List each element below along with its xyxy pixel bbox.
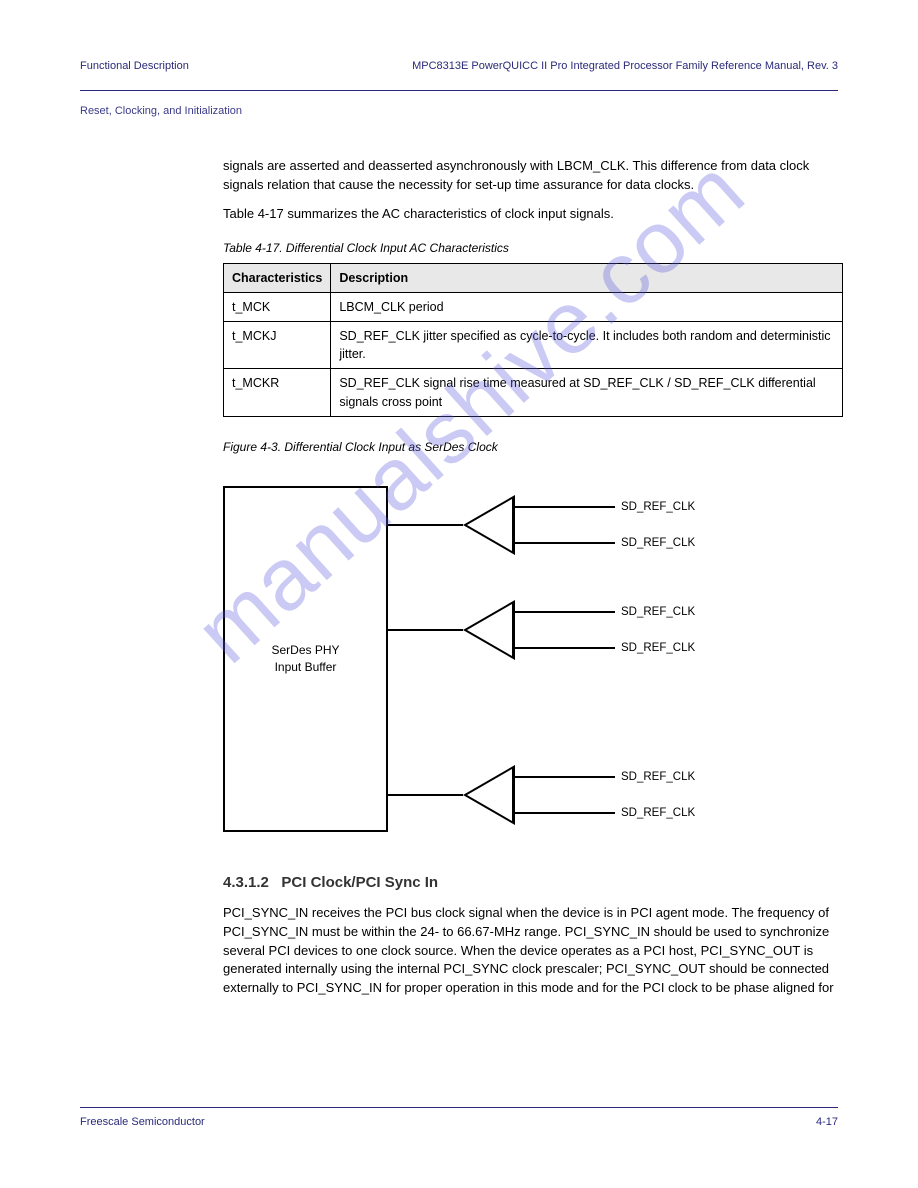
col-description: Description (331, 263, 843, 292)
footer-rule (80, 1107, 838, 1108)
breadcrumb: Reset, Clocking, and Initialization (80, 105, 838, 117)
table-header-row: Characteristics Description (224, 263, 843, 292)
cell-char: t_MCKR (224, 369, 331, 416)
signal-label: SD_REF_CLK (621, 499, 695, 516)
page-footer: Freescale Semiconductor 4-17 (80, 1107, 838, 1128)
footer-right: 4-17 (816, 1116, 838, 1128)
cell-desc: LBCM_CLK period (331, 293, 843, 322)
section-title: PCI Clock/PCI Sync In (281, 874, 438, 891)
wire (515, 611, 615, 613)
signal-label: SD_REF_CLK (621, 640, 695, 657)
table-row: t_MCKJ SD_REF_CLK jitter specified as cy… (224, 322, 843, 369)
table-title: Table 4-17. Differential Clock Input AC … (223, 240, 838, 257)
body-text: signals are asserted and deasserted asyn… (223, 157, 838, 998)
section-paragraph: PCI_SYNC_IN receives the PCI bus clock s… (223, 904, 838, 998)
page-content: Functional Description MPC8313E PowerQUI… (80, 60, 838, 1128)
wire (515, 812, 615, 814)
cell-char: t_MCKJ (224, 322, 331, 369)
wire (515, 542, 615, 544)
wire (388, 524, 463, 526)
buffer-icon (463, 495, 515, 555)
serdes-diagram: SerDes PHY Input Buffer SD_REF_CLK SD_RE… (223, 464, 693, 844)
wire (515, 647, 615, 649)
header-rule (80, 90, 838, 91)
section-number: 4.3.1.2 (223, 874, 269, 891)
figure-title: Figure 4-3. Differential Clock Input as … (223, 439, 838, 456)
signal-label: SD_REF_CLK (621, 769, 695, 786)
wire (388, 794, 463, 796)
cell-desc: SD_REF_CLK signal rise time measured at … (331, 369, 843, 416)
wire (515, 776, 615, 778)
signal-label: SD_REF_CLK (621, 805, 695, 822)
wire (388, 629, 463, 631)
header-left: Functional Description (80, 60, 189, 72)
header-right: MPC8313E PowerQUICC II Pro Integrated Pr… (412, 60, 838, 72)
page-header: Functional Description MPC8313E PowerQUI… (80, 60, 838, 72)
ac-characteristics-table: Characteristics Description t_MCK LBCM_C… (223, 263, 843, 417)
buffer-icon (463, 600, 515, 660)
intro-paragraph: Table 4-17 summarizes the AC characteris… (223, 205, 838, 224)
serdes-block: SerDes PHY Input Buffer (223, 486, 388, 832)
table-row: t_MCKR SD_REF_CLK signal rise time measu… (224, 369, 843, 416)
cell-char: t_MCK (224, 293, 331, 322)
block-label: SerDes PHY Input Buffer (265, 642, 346, 676)
buffer-icon (463, 765, 515, 825)
footer-left: Freescale Semiconductor (80, 1116, 205, 1128)
col-characteristics: Characteristics (224, 263, 331, 292)
table-row: t_MCK LBCM_CLK period (224, 293, 843, 322)
continuation-paragraph: signals are asserted and deasserted asyn… (223, 157, 838, 195)
wire (515, 506, 615, 508)
signal-label: SD_REF_CLK (621, 535, 695, 552)
signal-label: SD_REF_CLK (621, 604, 695, 621)
section-heading: 4.3.1.2 PCI Clock/PCI Sync In (223, 872, 838, 894)
cell-desc: SD_REF_CLK jitter specified as cycle-to-… (331, 322, 843, 369)
